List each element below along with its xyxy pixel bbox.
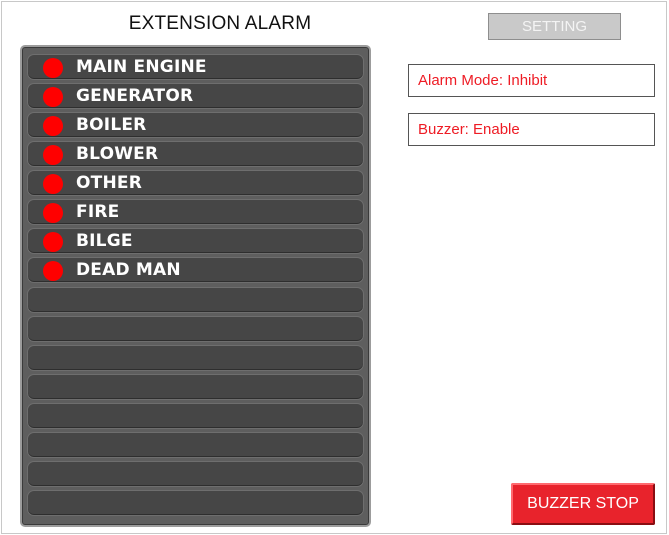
alarm-row: DEAD MAN xyxy=(27,257,364,283)
alarm-row: BOILER xyxy=(27,112,364,138)
buzzer-status: Buzzer: Enable xyxy=(408,113,655,146)
alarm-list-panel: MAIN ENGINE GENERATOR BOILER BLOWER OTHER FIR… xyxy=(20,45,371,527)
alarm-lamp-icon xyxy=(43,58,63,78)
alarm-row xyxy=(27,374,364,400)
alarm-label: DEAD MAN xyxy=(76,260,181,280)
setting-button[interactable]: SETTING xyxy=(488,13,621,40)
alarm-lamp-icon xyxy=(43,232,63,252)
alarm-label: MAIN ENGINE xyxy=(76,57,207,77)
alarm-row: BILGE xyxy=(27,228,364,254)
page-title: EXTENSION ALARM xyxy=(128,13,312,34)
alarm-row: FIRE xyxy=(27,199,364,225)
alarm-lamp-icon xyxy=(43,174,63,194)
alarm-row xyxy=(27,461,364,487)
alarm-label: FIRE xyxy=(76,202,120,222)
alarm-row: GENERATOR xyxy=(27,83,364,109)
alarm-row xyxy=(27,490,364,516)
alarm-lamp-icon xyxy=(43,87,63,107)
alarm-label: OTHER xyxy=(76,173,142,193)
alarm-lamp-icon xyxy=(43,145,63,165)
alarm-row xyxy=(27,345,364,371)
alarm-row xyxy=(27,316,364,342)
alarm-lamp-icon xyxy=(43,203,63,223)
alarm-lamp-icon xyxy=(43,261,63,281)
alarm-row xyxy=(27,403,364,429)
alarm-label: BLOWER xyxy=(76,144,159,164)
alarm-label: BILGE xyxy=(76,231,133,251)
alarm-mode-status: Alarm Mode: Inhibit xyxy=(408,64,655,97)
alarm-row: MAIN ENGINE xyxy=(27,54,364,80)
alarm-row xyxy=(27,287,364,313)
alarm-row: BLOWER xyxy=(27,141,364,167)
alarm-row: OTHER xyxy=(27,170,364,196)
alarm-lamp-icon xyxy=(43,116,63,136)
alarm-label: BOILER xyxy=(76,115,147,135)
alarm-row xyxy=(27,432,364,458)
buzzer-stop-button[interactable]: BUZZER STOP xyxy=(511,483,655,525)
alarm-label: GENERATOR xyxy=(76,86,194,106)
